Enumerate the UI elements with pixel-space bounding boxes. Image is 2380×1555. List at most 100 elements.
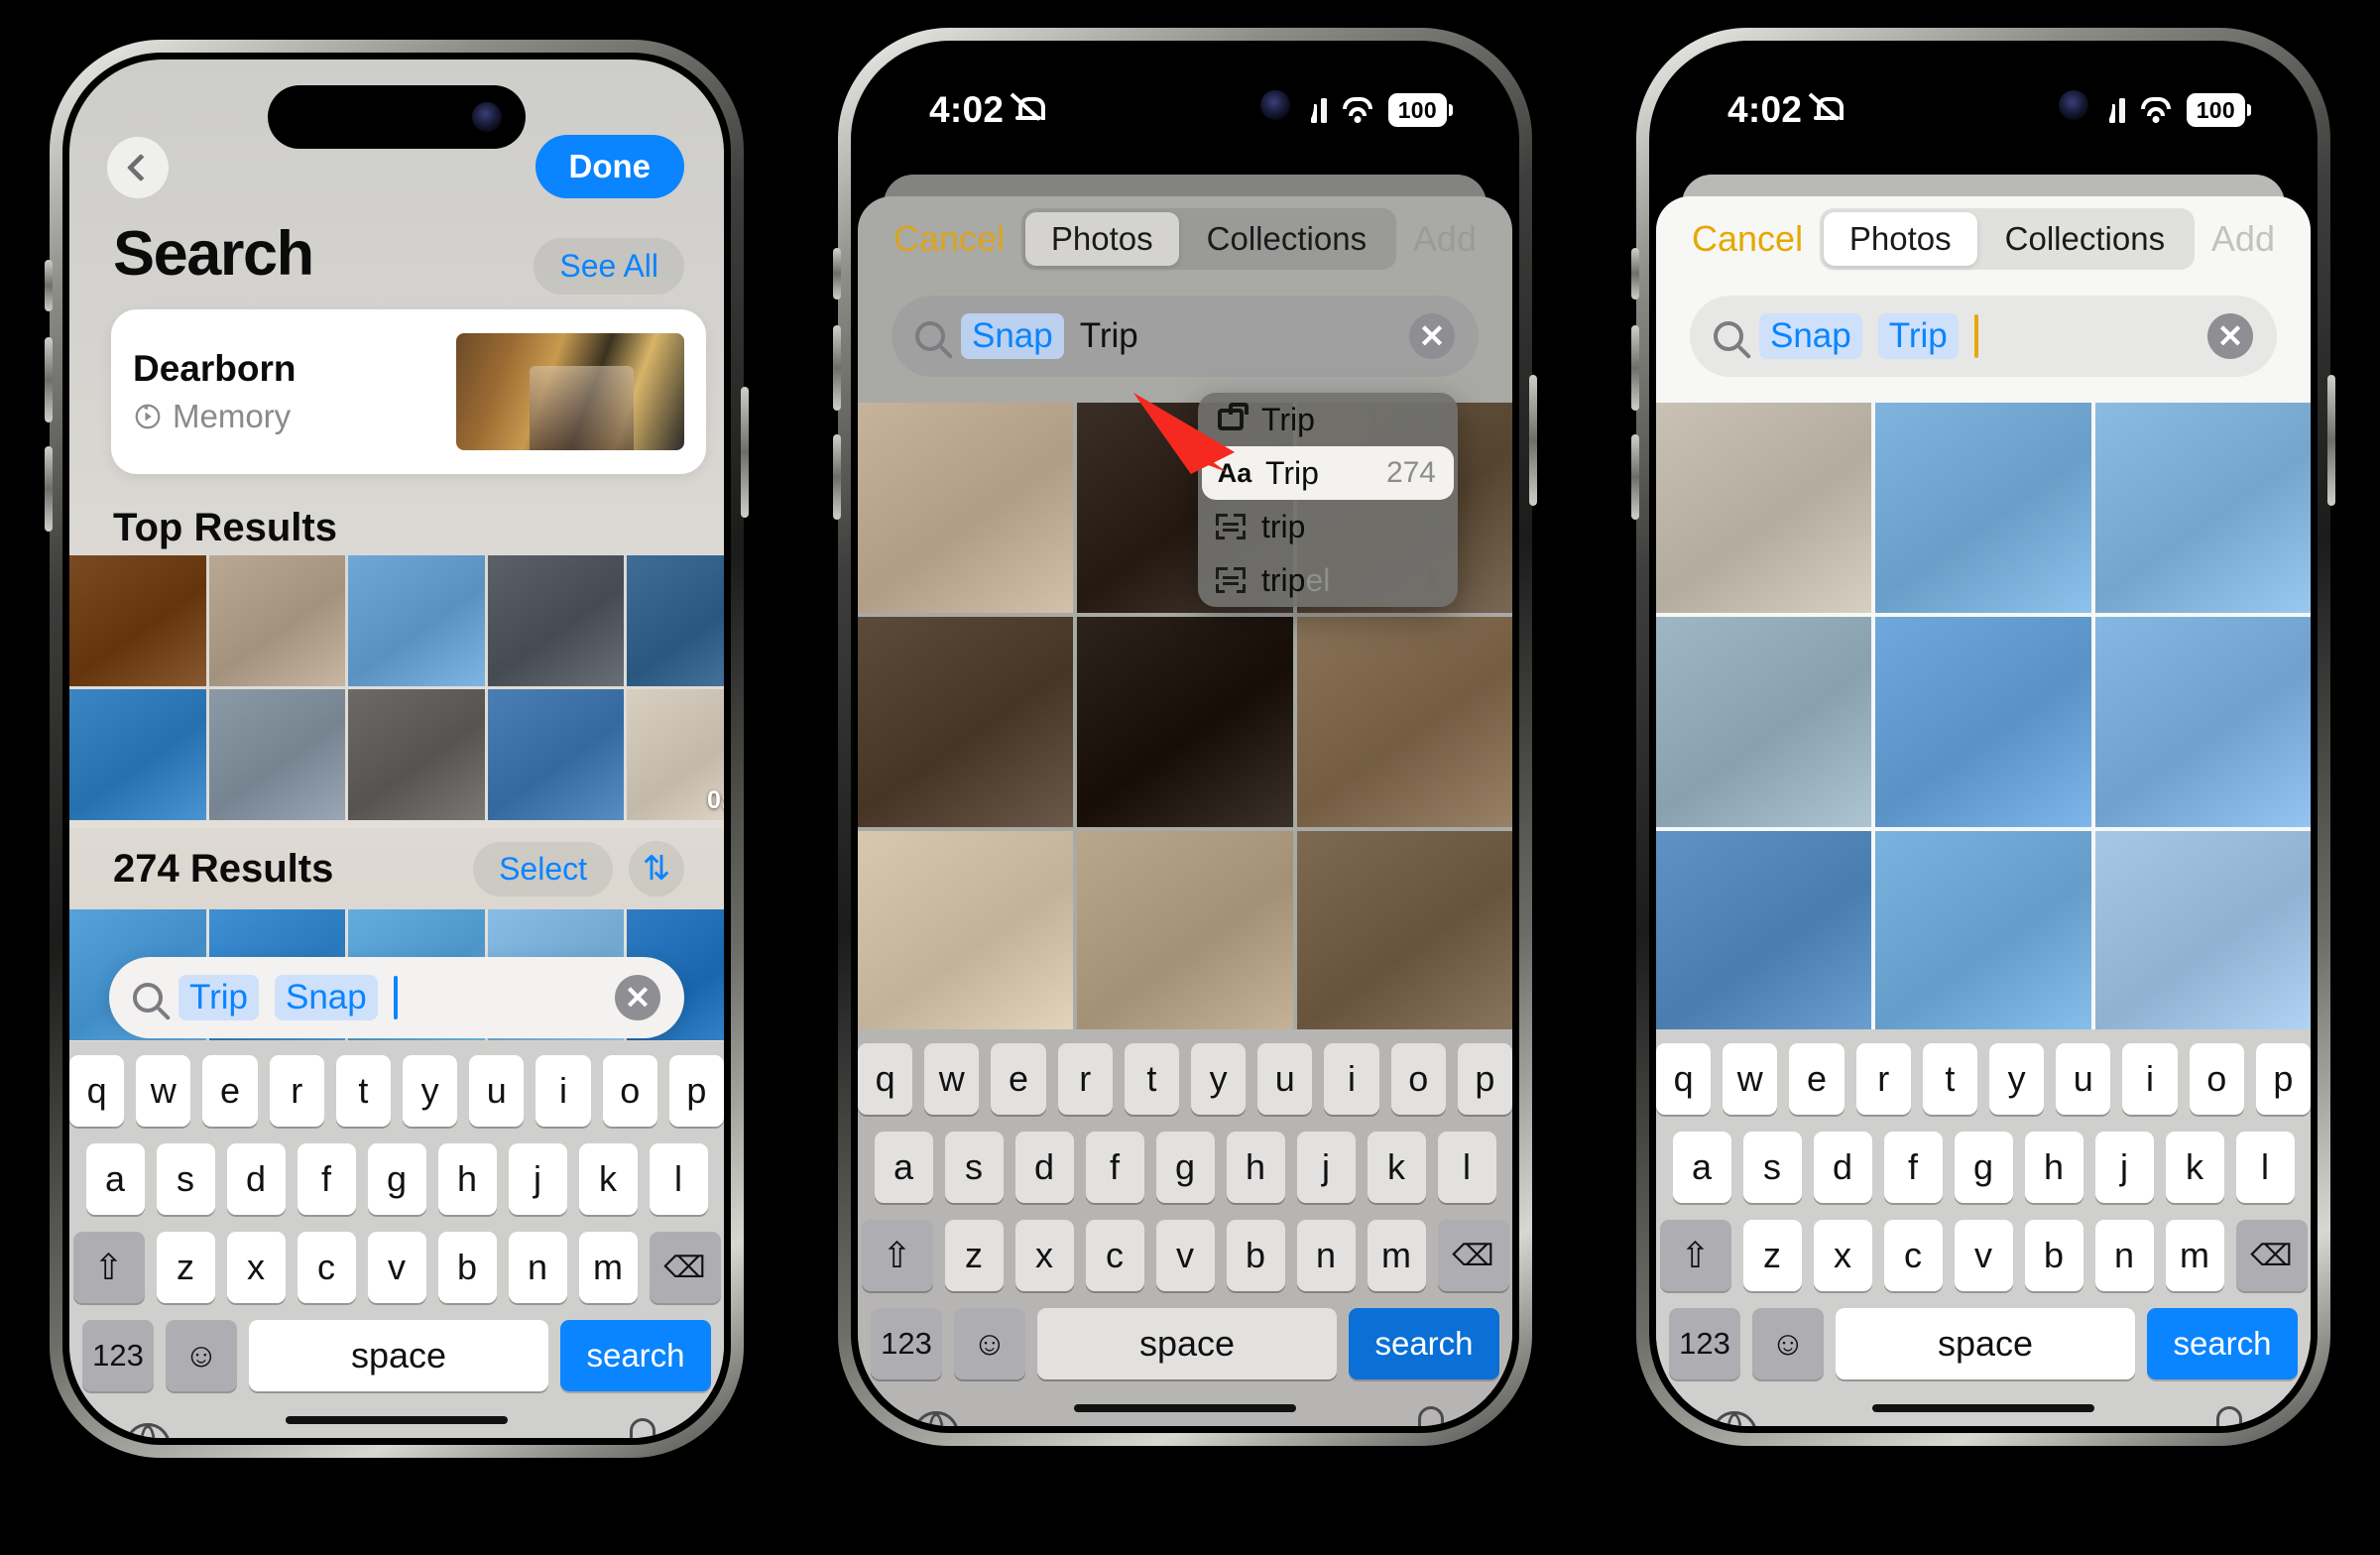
silent-switch[interactable] (833, 248, 841, 299)
home-indicator[interactable] (1872, 1404, 2094, 1412)
search-key[interactable]: search (1349, 1308, 1499, 1379)
key-v[interactable]: v (367, 1232, 426, 1303)
key-u[interactable]: u (469, 1055, 525, 1127)
key-x[interactable]: x (1813, 1220, 1872, 1291)
numbers-key[interactable]: 123 (1669, 1308, 1740, 1379)
key-q[interactable]: q (69, 1055, 125, 1127)
power-button[interactable] (1529, 375, 1537, 506)
key-l[interactable]: l (2235, 1132, 2295, 1203)
key-d[interactable]: d (1813, 1132, 1872, 1203)
home-indicator[interactable] (286, 1416, 508, 1424)
search-token[interactable]: Snap (961, 313, 1064, 359)
emoji-face-icon[interactable]: ☺ (166, 1320, 237, 1391)
key-m[interactable]: m (578, 1232, 638, 1303)
photo-thumbnail[interactable] (1875, 403, 2091, 613)
space-key[interactable]: space (249, 1320, 548, 1391)
key-l[interactable]: l (649, 1143, 708, 1215)
key-f[interactable]: f (297, 1143, 356, 1215)
photo-thumbnail[interactable] (1875, 831, 2091, 1041)
key-h[interactable]: h (2024, 1132, 2083, 1203)
photo-thumbnail[interactable] (208, 555, 346, 686)
emoji-face-icon[interactable]: ☺ (1752, 1308, 1824, 1379)
key-a[interactable]: a (874, 1132, 933, 1203)
key-o[interactable]: o (1390, 1043, 1446, 1115)
search-key[interactable]: search (560, 1320, 711, 1391)
key-i[interactable]: i (536, 1055, 591, 1127)
key-e[interactable]: e (1789, 1043, 1844, 1115)
key-s[interactable]: s (1742, 1132, 1802, 1203)
search-token[interactable]: Snap (1759, 313, 1862, 359)
key-y[interactable]: y (1191, 1043, 1247, 1115)
photo-thumbnail[interactable] (208, 689, 346, 820)
search-key[interactable]: search (2147, 1308, 2298, 1379)
key-g[interactable]: g (1954, 1132, 2013, 1203)
photo-thumbnail[interactable] (858, 403, 1074, 613)
tab-collections[interactable]: Collections (1979, 212, 2191, 266)
volume-down-button[interactable] (1631, 434, 1639, 520)
key-t[interactable]: t (1922, 1043, 1977, 1115)
photo-thumbnail[interactable] (487, 555, 625, 686)
key-x[interactable]: x (226, 1232, 286, 1303)
volume-down-button[interactable] (833, 434, 841, 520)
key-x[interactable]: x (1014, 1220, 1074, 1291)
volume-down-button[interactable] (45, 446, 53, 532)
key-y[interactable]: y (1989, 1043, 2045, 1115)
key-w[interactable]: w (924, 1043, 980, 1115)
key-b[interactable]: b (2024, 1220, 2083, 1291)
key-j[interactable]: j (1296, 1132, 1356, 1203)
search-token[interactable]: Snap (274, 975, 378, 1020)
volume-up-button[interactable] (833, 325, 841, 411)
key-r[interactable]: r (269, 1055, 324, 1127)
photo-thumbnail[interactable] (69, 555, 206, 686)
key-b[interactable]: b (437, 1232, 497, 1303)
shift-arrow-icon[interactable]: ⇧ (1659, 1220, 1731, 1291)
photo-thumbnail[interactable] (2094, 831, 2311, 1041)
photo-thumbnail[interactable] (858, 831, 1074, 1041)
key-y[interactable]: y (403, 1055, 458, 1127)
globe-icon[interactable] (125, 1423, 171, 1438)
key-n[interactable]: n (1296, 1220, 1356, 1291)
photo-thumbnail[interactable] (1656, 831, 1872, 1041)
key-g[interactable]: g (367, 1143, 426, 1215)
tab-photos[interactable]: Photos (1823, 212, 1977, 266)
key-a[interactable]: a (1672, 1132, 1731, 1203)
key-b[interactable]: b (1226, 1220, 1285, 1291)
suggestion-row-2[interactable]: trip 3 (1198, 500, 1458, 553)
key-h[interactable]: h (1226, 1132, 1285, 1203)
search-token[interactable]: Trip (1877, 313, 1959, 359)
key-j[interactable]: j (2094, 1132, 2154, 1203)
clear-circle-icon[interactable]: ✕ (1409, 313, 1455, 359)
photo-thumbnail[interactable] (1656, 403, 1872, 613)
key-i[interactable]: i (1324, 1043, 1379, 1115)
suggestion-row-3[interactable]: tripel 1 (1198, 553, 1458, 607)
key-w[interactable]: w (1723, 1043, 1778, 1115)
key-a[interactable]: a (85, 1143, 145, 1215)
microphone-icon[interactable] (617, 1418, 668, 1438)
volume-up-button[interactable] (45, 337, 53, 422)
photo-thumbnail[interactable] (1296, 831, 1512, 1041)
key-l[interactable]: l (1437, 1132, 1496, 1203)
key-s[interactable]: s (156, 1143, 215, 1215)
key-i[interactable]: i (2122, 1043, 2178, 1115)
search-token[interactable]: Trip (178, 975, 259, 1020)
key-r[interactable]: r (1855, 1043, 1911, 1115)
microphone-icon[interactable] (1405, 1406, 1457, 1426)
key-z[interactable]: z (1742, 1220, 1802, 1291)
backspace-icon[interactable]: ⌫ (1437, 1220, 1509, 1291)
key-p[interactable]: p (668, 1055, 724, 1127)
photo-thumbnail[interactable]: 0:09 (627, 689, 724, 820)
add-button[interactable]: Add (2211, 218, 2275, 260)
key-v[interactable]: v (1155, 1220, 1215, 1291)
globe-icon[interactable] (913, 1411, 959, 1426)
tab-collections[interactable]: Collections (1181, 212, 1392, 266)
search-input[interactable]: Snap Trip ✕ (1690, 296, 2277, 377)
back-button[interactable] (107, 137, 169, 198)
key-p[interactable]: p (1457, 1043, 1512, 1115)
key-f[interactable]: f (1085, 1132, 1144, 1203)
photo-thumbnail[interactable] (1077, 617, 1293, 827)
volume-up-button[interactable] (1631, 325, 1639, 411)
sort-arrows-icon[interactable]: ⇅ (629, 841, 684, 897)
photo-thumbnail[interactable] (1875, 617, 2091, 827)
numbers-key[interactable]: 123 (871, 1308, 942, 1379)
key-s[interactable]: s (944, 1132, 1004, 1203)
